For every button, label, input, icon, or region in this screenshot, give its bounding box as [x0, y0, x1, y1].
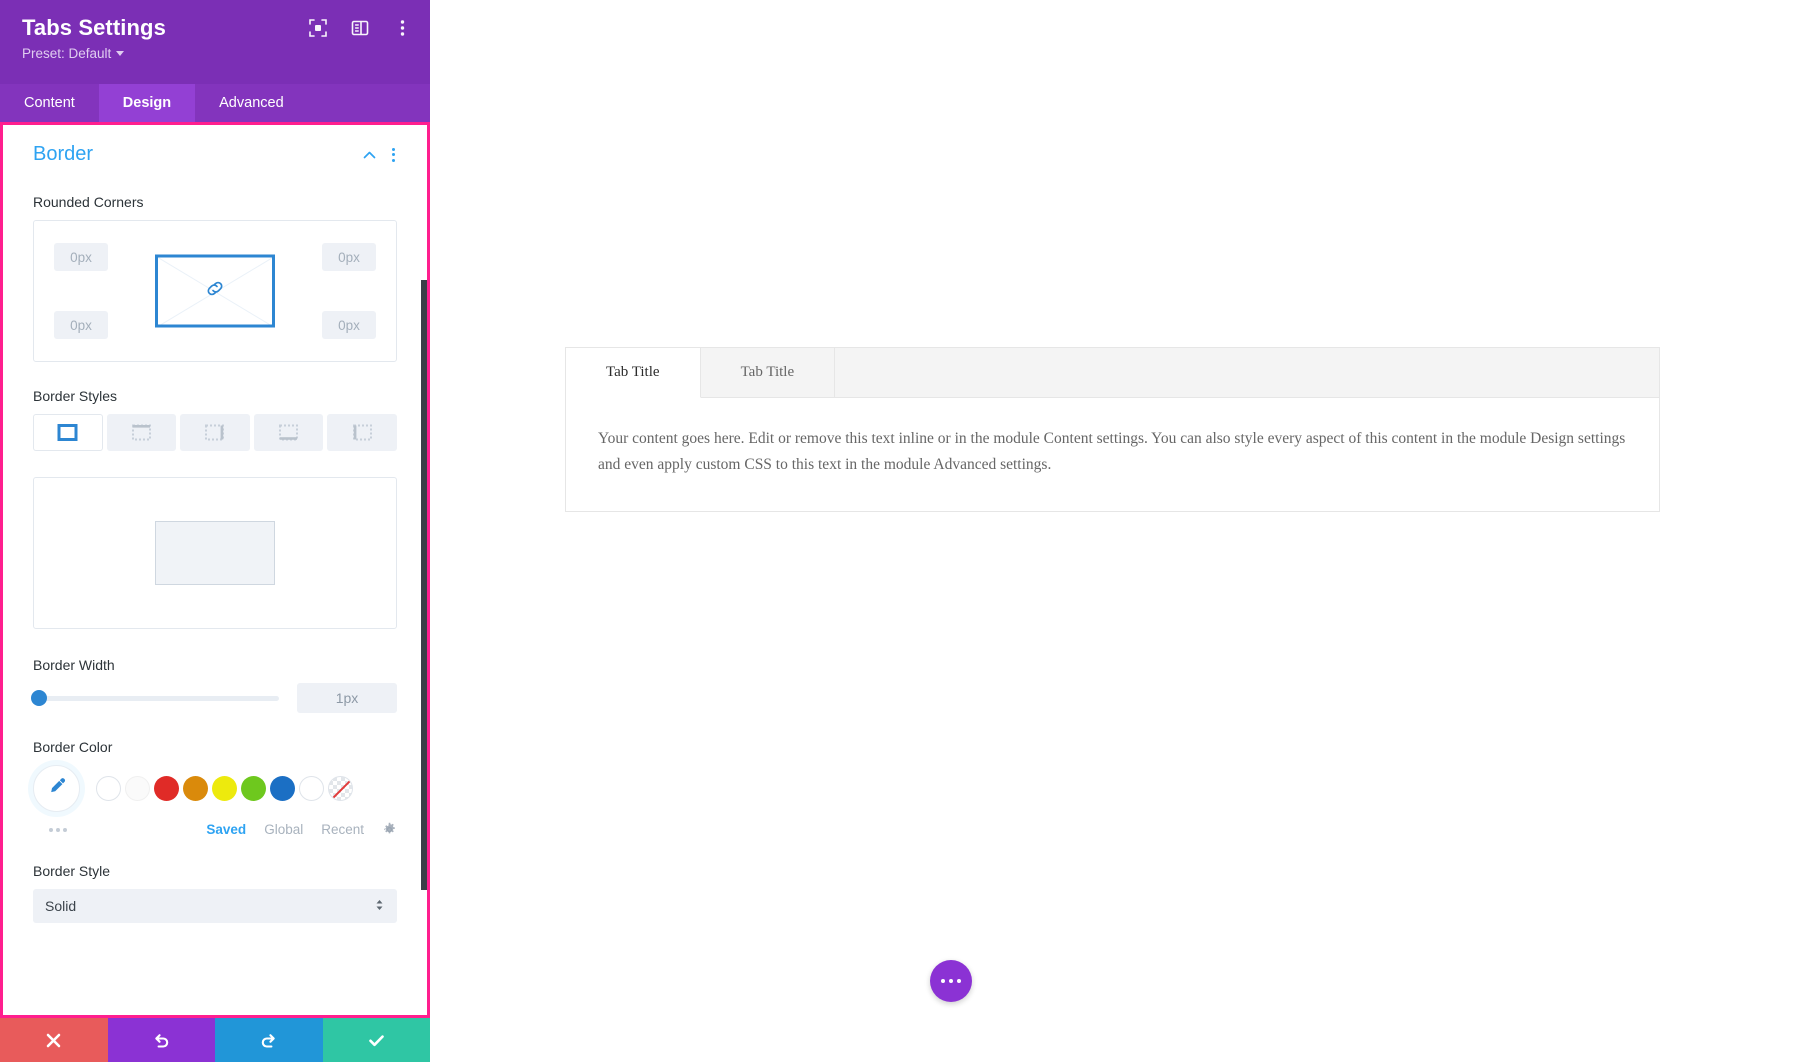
module-tab-content: Your content goes here. Edit or remove t…	[566, 398, 1659, 511]
rounded-corners-control: 0px 0px 0px 0px	[33, 220, 397, 362]
module-tab-2[interactable]: Tab Title	[701, 348, 836, 397]
border-color-label: Border Color	[33, 739, 113, 755]
section-kebab-menu-icon[interactable]	[390, 146, 397, 164]
swatch-red[interactable]	[154, 776, 179, 801]
panel-header-icons	[308, 18, 412, 38]
screen-root: Tabs Settings Preset: Default Content De…	[0, 0, 1800, 1062]
border-preview-area	[33, 477, 397, 629]
module-tab-bar: Tab Title Tab Title	[566, 348, 1659, 398]
border-style-left-side-button[interactable]	[327, 414, 397, 451]
border-section-header: Border	[33, 143, 397, 166]
section-title: Border	[33, 143, 94, 165]
link-icon	[204, 278, 226, 305]
swatch-blue[interactable]	[270, 776, 295, 801]
color-tab-global[interactable]: Global	[264, 822, 303, 837]
corner-bottom-left-input[interactable]: 0px	[54, 311, 108, 339]
ellipsis-icon	[939, 979, 963, 983]
border-width-input[interactable]: 1px	[297, 683, 397, 713]
panel-body-highlight: Border Rounded Corners 0px 0px 0px 0px B…	[0, 122, 430, 1018]
border-styles-label: Border Styles	[33, 388, 118, 404]
corner-top-left-input[interactable]: 0px	[54, 243, 108, 271]
ellipsis-icon[interactable]	[49, 827, 67, 832]
border-style-select[interactable]: Solid	[33, 889, 397, 923]
color-tab-recent[interactable]: Recent	[321, 822, 364, 837]
tab-content[interactable]: Content	[0, 84, 99, 122]
gear-icon[interactable]	[382, 822, 397, 837]
color-tab-saved[interactable]: Saved	[206, 822, 246, 837]
swatch-orange[interactable]	[183, 776, 208, 801]
panel-body: Border Rounded Corners 0px 0px 0px 0px B…	[3, 125, 427, 1015]
panel-header: Tabs Settings Preset: Default	[0, 0, 430, 84]
layout-icon[interactable]	[350, 18, 370, 38]
border-style-bottom-side-button[interactable]	[253, 414, 324, 451]
select-arrows-icon	[374, 897, 385, 916]
border-color-meta-row: Saved Global Recent	[33, 822, 397, 837]
close-button[interactable]	[0, 1018, 108, 1062]
eyedropper-icon	[46, 775, 68, 802]
border-style-label: Border Style	[33, 863, 111, 879]
preset-selector[interactable]: Preset: Default	[22, 42, 408, 63]
page-settings-fab[interactable]	[930, 960, 972, 1002]
swatch-transparent[interactable]	[328, 776, 353, 801]
swatch-white-2[interactable]	[125, 776, 150, 801]
expand-icon[interactable]	[308, 18, 328, 38]
swatch-green[interactable]	[241, 776, 266, 801]
border-color-swatches	[33, 765, 397, 812]
rounded-corners-label: Rounded Corners	[33, 194, 144, 210]
color-source-tabs: Saved Global Recent	[206, 822, 397, 837]
tabs-module: Tab Title Tab Title Your content goes he…	[565, 347, 1660, 513]
chevron-down-icon	[116, 51, 125, 56]
border-style-top-side-button[interactable]	[106, 414, 177, 451]
swatch-white-1[interactable]	[96, 776, 121, 801]
panel-scrollbar[interactable]	[421, 280, 427, 890]
tab-design[interactable]: Design	[98, 84, 196, 122]
tab-advanced[interactable]: Advanced	[195, 84, 308, 122]
panel-tabs: Content Design Advanced	[0, 84, 430, 122]
color-picker-button[interactable]	[33, 765, 80, 812]
corner-top-right-input[interactable]: 0px	[322, 243, 376, 271]
border-styles-group	[33, 414, 397, 451]
kebab-menu-icon[interactable]	[392, 18, 412, 38]
undo-button[interactable]	[107, 1018, 215, 1062]
preset-label: Preset: Default	[22, 46, 112, 61]
section-header-icons	[362, 146, 397, 164]
chevron-up-icon[interactable]	[362, 148, 376, 162]
border-style-right-side-button[interactable]	[180, 414, 250, 451]
border-width-slider-handle[interactable]	[31, 690, 47, 706]
module-body-text: Your content goes here. Edit or remove t…	[598, 430, 1626, 473]
border-width-slider[interactable]	[31, 690, 279, 706]
corner-bottom-right-input[interactable]: 0px	[322, 311, 376, 339]
panel-action-bar	[0, 1018, 430, 1062]
swatch-yellow[interactable]	[212, 776, 237, 801]
page-canvas: Tab Title Tab Title Your content goes he…	[430, 0, 1800, 1062]
module-tab-1[interactable]: Tab Title	[566, 348, 701, 398]
border-style-all-sides-button[interactable]	[33, 414, 103, 451]
border-width-control: 1px	[31, 683, 397, 713]
border-style-value: Solid	[45, 898, 77, 914]
save-button[interactable]	[322, 1018, 430, 1062]
border-preview-rect	[155, 521, 275, 585]
settings-panel: Tabs Settings Preset: Default Content De…	[0, 0, 430, 1062]
corner-link-toggle[interactable]	[155, 254, 275, 328]
redo-button[interactable]	[215, 1018, 323, 1062]
swatch-white-3[interactable]	[299, 776, 324, 801]
border-width-label: Border Width	[33, 657, 115, 673]
